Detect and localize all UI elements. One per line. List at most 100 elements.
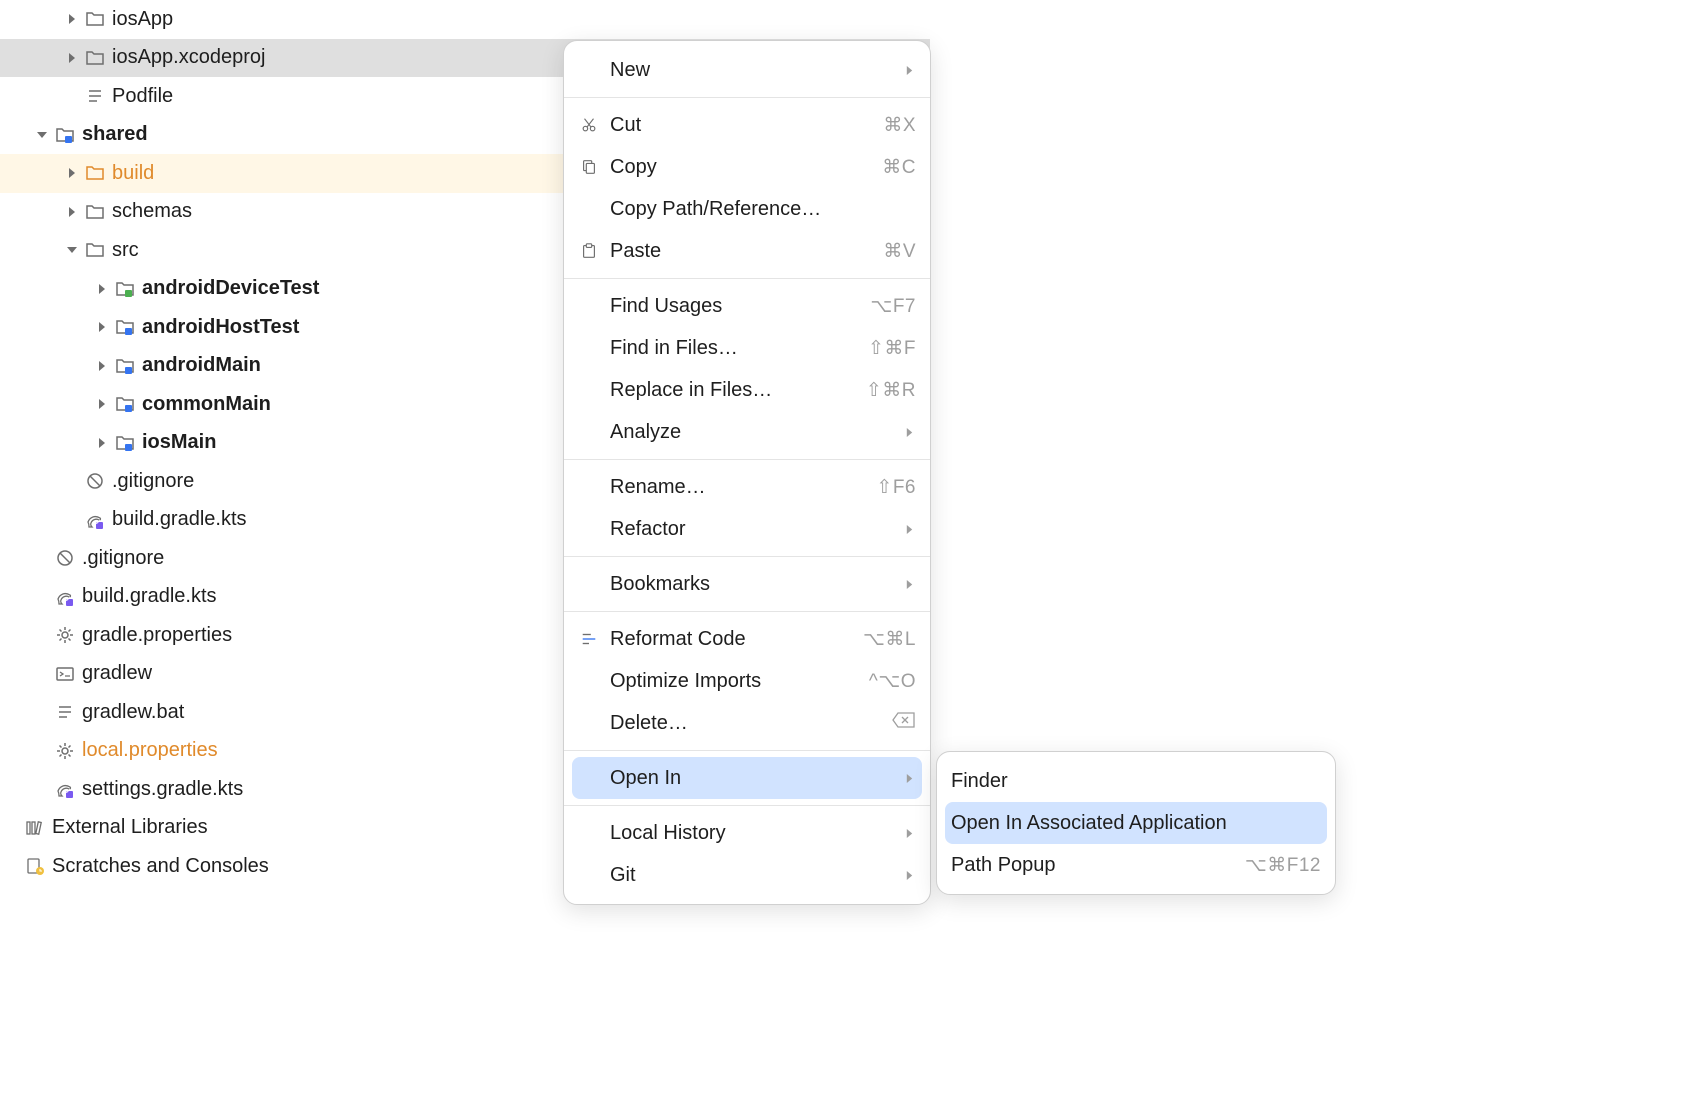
menu-item-cut[interactable]: Cut⌘X bbox=[564, 104, 930, 146]
tree-item-label: .gitignore bbox=[82, 547, 164, 570]
menu-item-label: Optimize Imports bbox=[610, 670, 869, 693]
gradle-icon bbox=[54, 778, 76, 800]
folder-icon bbox=[84, 201, 106, 223]
menu-item-paste[interactable]: Paste⌘V bbox=[564, 230, 930, 272]
menu-separator bbox=[564, 750, 930, 751]
menu-item-reformat-code[interactable]: Reformat Code⌥⌘L bbox=[564, 618, 930, 660]
tree-item-label: gradle.properties bbox=[82, 624, 232, 647]
menu-item-git[interactable]: Git bbox=[564, 854, 930, 896]
menu-item-open-in[interactable]: Open In bbox=[572, 757, 922, 799]
submenu-item-finder[interactable]: Finder bbox=[937, 760, 1335, 802]
module-blue-icon bbox=[114, 316, 136, 338]
context-menu: NewCut⌘XCopy⌘CCopy Path/Reference…Paste⌘… bbox=[563, 40, 931, 905]
menu-item-label: Cut bbox=[610, 114, 883, 137]
tree-item-label: .gitignore bbox=[112, 470, 194, 493]
expand-arrow-icon[interactable] bbox=[90, 284, 114, 294]
module-blue-icon bbox=[114, 393, 136, 415]
menu-item-optimize-imports[interactable]: Optimize Imports^⌥O bbox=[564, 660, 930, 702]
submenu-arrow-icon bbox=[902, 580, 916, 589]
expand-arrow-icon[interactable] bbox=[60, 207, 84, 217]
folder-icon bbox=[84, 47, 106, 69]
menu-shortcut: ⌥⌘L bbox=[863, 628, 916, 651]
menu-shortcut: ⇧⌘R bbox=[866, 379, 916, 402]
menu-item-find-in-files[interactable]: Find in Files…⇧⌘F bbox=[564, 327, 930, 369]
expand-arrow-icon[interactable] bbox=[60, 53, 84, 63]
tree-item-label: Podfile bbox=[112, 85, 173, 108]
module-blue-icon bbox=[114, 355, 136, 377]
submenu-item-open-in-associated-application[interactable]: Open In Associated Application bbox=[945, 802, 1327, 844]
menu-item-bookmarks[interactable]: Bookmarks bbox=[564, 563, 930, 605]
gitignore-icon bbox=[54, 547, 76, 569]
menu-item-new[interactable]: New bbox=[564, 49, 930, 91]
module-blue-icon bbox=[114, 432, 136, 454]
menu-item-copy-path-reference[interactable]: Copy Path/Reference… bbox=[564, 188, 930, 230]
expand-arrow-icon[interactable] bbox=[90, 361, 114, 371]
menu-item-label: Local History bbox=[610, 822, 894, 845]
folder-icon bbox=[84, 8, 106, 30]
submenu-arrow-icon bbox=[902, 774, 916, 783]
tree-item-label: androidMain bbox=[142, 354, 261, 377]
menu-item-local-history[interactable]: Local History bbox=[564, 812, 930, 854]
expand-arrow-icon[interactable] bbox=[90, 399, 114, 409]
tree-item-label: iosApp.xcodeproj bbox=[112, 46, 265, 69]
menu-item-analyze[interactable]: Analyze bbox=[564, 411, 930, 453]
expand-arrow-icon[interactable] bbox=[60, 245, 84, 255]
menu-shortcut: ^⌥O bbox=[869, 670, 916, 693]
menu-shortcut: ⌘C bbox=[882, 156, 916, 179]
expand-arrow-icon[interactable] bbox=[90, 322, 114, 332]
tree-item-label: External Libraries bbox=[52, 816, 208, 839]
expand-arrow-icon[interactable] bbox=[60, 14, 84, 24]
menu-separator bbox=[564, 805, 930, 806]
menu-item-label: Refactor bbox=[610, 518, 894, 541]
module-blue-icon bbox=[54, 124, 76, 146]
reformat-icon bbox=[578, 628, 600, 650]
tree-item-label: androidHostTest bbox=[142, 316, 299, 339]
menu-item-label: Rename… bbox=[610, 476, 876, 499]
tree-item-label: build bbox=[112, 162, 154, 185]
gear-icon bbox=[54, 740, 76, 762]
expand-arrow-icon[interactable] bbox=[60, 168, 84, 178]
submenu-item-label: Open In Associated Application bbox=[951, 812, 1321, 835]
menu-item-find-usages[interactable]: Find Usages⌥F7 bbox=[564, 285, 930, 327]
menu-shortcut: ⇧F6 bbox=[876, 476, 916, 499]
menu-separator bbox=[564, 611, 930, 612]
menu-item-replace-in-files[interactable]: Replace in Files…⇧⌘R bbox=[564, 369, 930, 411]
menu-item-copy[interactable]: Copy⌘C bbox=[564, 146, 930, 188]
menu-item-label: Analyze bbox=[610, 421, 894, 444]
module-green-icon bbox=[114, 278, 136, 300]
cut-icon bbox=[578, 114, 600, 136]
menu-item-delete[interactable]: Delete… bbox=[564, 702, 930, 744]
submenu-item-path-popup[interactable]: Path Popup⌥⌘F12 bbox=[937, 844, 1335, 886]
submenu-item-label: Path Popup bbox=[951, 854, 1245, 877]
tree-row[interactable]: iosApp bbox=[0, 0, 930, 39]
menu-shortcut: ⌘V bbox=[883, 240, 916, 263]
tree-item-label: shared bbox=[82, 123, 148, 146]
submenu-arrow-icon bbox=[902, 829, 916, 838]
menu-item-label: Reformat Code bbox=[610, 628, 863, 651]
menu-item-label: Find Usages bbox=[610, 295, 870, 318]
submenu-arrow-icon bbox=[902, 428, 916, 437]
context-submenu-open-in: Finder Open In Associated Application Path… bbox=[936, 751, 1336, 895]
expand-arrow-icon[interactable] bbox=[90, 438, 114, 448]
scratch-icon bbox=[24, 855, 46, 877]
expand-arrow-icon[interactable] bbox=[30, 130, 54, 140]
menu-item-refactor[interactable]: Refactor bbox=[564, 508, 930, 550]
tree-item-label: src bbox=[112, 239, 139, 262]
menu-item-rename[interactable]: Rename…⇧F6 bbox=[564, 466, 930, 508]
tree-item-label: gradlew.bat bbox=[82, 701, 184, 724]
tree-item-label: androidDeviceTest bbox=[142, 277, 319, 300]
gitignore-icon bbox=[84, 470, 106, 492]
menu-separator bbox=[564, 459, 930, 460]
tree-item-label: iosApp bbox=[112, 8, 173, 31]
gear-icon bbox=[54, 624, 76, 646]
submenu-arrow-icon bbox=[902, 871, 916, 880]
menu-item-label: Replace in Files… bbox=[610, 379, 866, 402]
delete-key-icon bbox=[892, 712, 916, 734]
tree-item-label: schemas bbox=[112, 200, 192, 223]
tree-item-label: local.properties bbox=[82, 739, 218, 762]
folder-orange-icon bbox=[84, 162, 106, 184]
paste-icon bbox=[578, 240, 600, 262]
menu-shortcut: ⌘X bbox=[883, 114, 916, 137]
menu-item-label: Find in Files… bbox=[610, 337, 868, 360]
tree-item-label: iosMain bbox=[142, 431, 216, 454]
